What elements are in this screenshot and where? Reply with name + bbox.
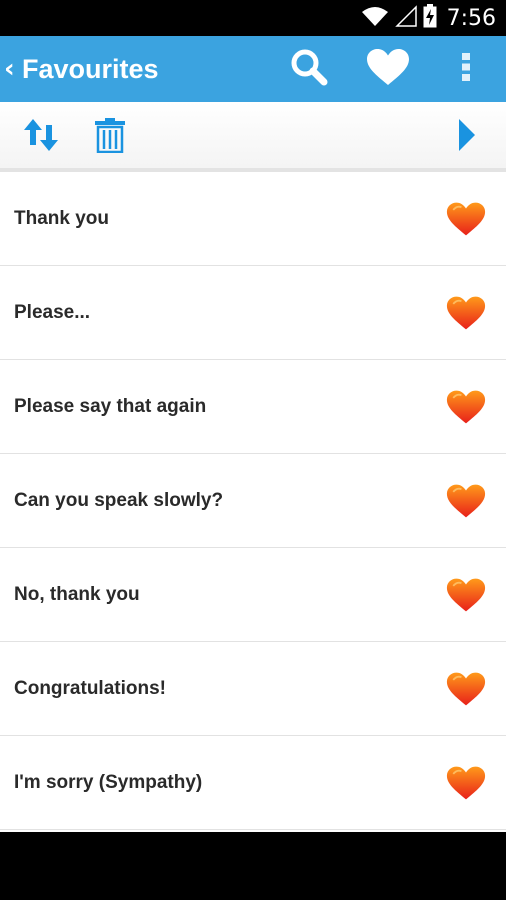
overflow-menu-icon	[461, 52, 471, 87]
signal-icon	[394, 4, 417, 32]
favourites-button[interactable]	[364, 36, 412, 102]
phrase-label: Congratulations!	[14, 677, 166, 699]
navigation-bar-area	[0, 832, 506, 900]
battery-charging-icon	[423, 3, 437, 33]
favourite-heart-icon[interactable]	[446, 577, 486, 613]
favourite-heart-icon[interactable]	[446, 671, 486, 707]
delete-button[interactable]	[92, 102, 128, 172]
action-bar: ‹ Favourites	[0, 36, 506, 102]
page-title[interactable]: Favourites	[22, 54, 159, 85]
play-button[interactable]	[452, 102, 482, 172]
wifi-icon	[361, 5, 389, 32]
list-item[interactable]: I'm sorry (Sympathy)	[0, 736, 506, 830]
favourite-heart-icon[interactable]	[446, 295, 486, 331]
phrase-label: Thank you	[14, 207, 110, 229]
screen: 7:56 ‹ Favourites Thank you Please... Pl…	[0, 0, 506, 900]
sort-button[interactable]	[20, 102, 62, 172]
sort-icon	[22, 117, 60, 158]
favourite-heart-icon[interactable]	[446, 201, 486, 237]
play-icon	[458, 118, 476, 157]
status-bar: 7:56	[0, 0, 506, 36]
search-icon	[289, 47, 329, 92]
favourites-list: Thank you Please... Please say that again C…	[0, 172, 506, 832]
phrase-label: Can you speak slowly?	[14, 489, 224, 511]
phrase-label: Please say that again	[14, 395, 207, 417]
favourite-heart-icon[interactable]	[446, 765, 486, 801]
favourite-heart-icon[interactable]	[446, 483, 486, 519]
heart-icon	[366, 48, 410, 91]
list-item[interactable]: No, thank you	[0, 548, 506, 642]
search-button[interactable]	[286, 36, 332, 102]
list-item[interactable]: Please say that again	[0, 360, 506, 454]
back-chevron-icon[interactable]: ‹	[4, 54, 20, 84]
trash-icon	[94, 117, 126, 158]
list-item[interactable]: Congratulations!	[0, 642, 506, 736]
favourite-heart-icon[interactable]	[446, 389, 486, 425]
overflow-menu-button[interactable]	[452, 36, 480, 102]
phrase-label: No, thank you	[14, 583, 140, 605]
list-item[interactable]: Can you speak slowly?	[0, 454, 506, 548]
list-item[interactable]: Thank you	[0, 172, 506, 266]
phrase-label: Please...	[14, 301, 91, 323]
toolbar	[0, 102, 506, 172]
phrase-label: I'm sorry (Sympathy)	[14, 771, 203, 793]
list-item[interactable]: Please...	[0, 266, 506, 360]
status-time: 7:56	[446, 5, 496, 31]
